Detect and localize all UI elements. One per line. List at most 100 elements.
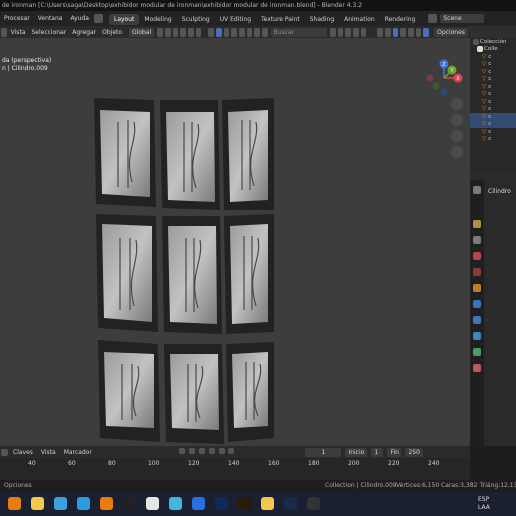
menu-procesar[interactable]: Procesar xyxy=(0,11,34,26)
outliner-row[interactable]: ▽ c xyxy=(470,61,516,69)
file-explorer-icon[interactable] xyxy=(31,497,44,510)
outliner-row[interactable]: ▽ c xyxy=(470,128,516,136)
gizmo-toggle-icon[interactable] xyxy=(385,27,391,37)
photoshop-icon[interactable] xyxy=(215,497,228,510)
outliner-row[interactable]: ▽ c xyxy=(470,76,516,84)
play-icon[interactable] xyxy=(208,448,215,454)
editor-type-icon[interactable] xyxy=(1,27,7,37)
3d-viewport[interactable]: da (perspectiva) n | Cilindro.009 X Y Z xyxy=(0,38,470,446)
camera-view-icon[interactable] xyxy=(451,130,463,142)
outliner-row[interactable]: ▽ c xyxy=(470,83,516,91)
app-icon-2[interactable] xyxy=(307,497,320,510)
visibility-filter-icon[interactable] xyxy=(208,27,214,37)
tool-tab-icon[interactable] xyxy=(473,186,481,194)
tab-texture-paint[interactable]: Texture Paint xyxy=(256,14,305,25)
blender-app-icon[interactable] xyxy=(100,497,113,510)
outliner-row[interactable]: ▽ c xyxy=(470,120,516,128)
tab-rendering[interactable]: Rendering xyxy=(380,14,421,25)
steam-icon[interactable] xyxy=(284,497,297,510)
tab-sculpting[interactable]: Sculpting xyxy=(177,14,215,25)
orientation-dropdown[interactable]: Global xyxy=(129,27,155,37)
menu-vista[interactable]: Vista xyxy=(8,29,29,36)
grid-snap-icon[interactable] xyxy=(180,27,186,37)
outliner-row[interactable]: ▽ c xyxy=(470,136,516,144)
playback-controls[interactable] xyxy=(178,448,236,456)
outliner-collection[interactable]: Colle xyxy=(470,46,516,54)
modifier-tab-icon[interactable] xyxy=(473,300,481,308)
telegram-icon[interactable] xyxy=(77,497,90,510)
select-icon[interactable] xyxy=(353,27,359,37)
camera-filter-icon[interactable] xyxy=(231,27,237,37)
menu-ayuda[interactable]: Ayuda xyxy=(66,11,93,26)
overlay-toggle-icon[interactable] xyxy=(187,27,194,37)
box-icon[interactable] xyxy=(169,497,182,510)
pivot-icon[interactable] xyxy=(157,27,163,37)
scene-tab-icon[interactable] xyxy=(473,252,481,260)
mesh-filter-icon[interactable] xyxy=(223,27,230,37)
particles-tab-icon[interactable] xyxy=(473,316,481,324)
menu-claves[interactable]: Claves xyxy=(9,449,37,456)
current-frame-field[interactable]: 1 xyxy=(305,447,342,457)
language-indicator[interactable]: ESP xyxy=(478,496,489,503)
tab-uv-editing[interactable]: UV Editing xyxy=(215,14,256,25)
solid-shading-icon[interactable] xyxy=(408,27,414,37)
menu-marcador[interactable]: Marcador xyxy=(60,449,96,456)
pan-hand-icon[interactable] xyxy=(451,114,463,126)
world-tab-icon[interactable] xyxy=(473,268,481,276)
tab-shading[interactable]: Shading xyxy=(305,14,339,25)
options-dropdown[interactable]: Opciones xyxy=(434,27,468,37)
other-filter-icon[interactable] xyxy=(261,27,268,37)
output-tab-icon[interactable] xyxy=(473,236,481,244)
viewport-search-input[interactable]: Buscar xyxy=(270,27,328,37)
navigation-gizmo[interactable]: X Y Z xyxy=(422,56,466,100)
end-frame-field[interactable]: 250 xyxy=(405,447,424,457)
jump-start-icon[interactable] xyxy=(178,448,185,454)
outliner-root[interactable]: Colección xyxy=(470,38,516,46)
media-icon[interactable] xyxy=(146,497,159,510)
outliner-row[interactable]: ▽ c xyxy=(470,53,516,61)
grid-view-icon[interactable] xyxy=(451,146,463,158)
material-tab-icon[interactable] xyxy=(473,364,481,372)
rendered-shading-icon[interactable] xyxy=(423,27,430,37)
chrome-icon[interactable] xyxy=(261,497,274,510)
move-icon[interactable] xyxy=(360,27,367,37)
menu-seleccionar[interactable]: Seleccionar xyxy=(28,29,69,36)
proportional-icon[interactable] xyxy=(172,27,179,37)
play-reverse-icon[interactable] xyxy=(198,448,205,454)
edge-icon[interactable] xyxy=(54,497,67,510)
constraints-tab-icon[interactable] xyxy=(473,348,481,356)
illustrator-icon[interactable] xyxy=(238,497,251,510)
render-tab-icon[interactable] xyxy=(473,220,481,228)
scene-selector[interactable]: Scene xyxy=(440,14,485,23)
dropbox-icon[interactable] xyxy=(192,497,205,510)
prev-key-icon[interactable] xyxy=(188,448,195,454)
blender-icon[interactable] xyxy=(8,497,21,510)
filter-icon[interactable] xyxy=(330,27,336,37)
cursor-icon[interactable] xyxy=(345,27,352,37)
keyboard-layout[interactable]: LAA xyxy=(478,504,490,511)
overlays-icon[interactable] xyxy=(392,27,399,37)
menu-agregar[interactable]: Agregar xyxy=(69,29,99,36)
editor-type-icon[interactable] xyxy=(93,14,103,23)
timeline-editor-icon[interactable] xyxy=(1,448,8,456)
outliner-row[interactable]: ▽ c xyxy=(470,98,516,106)
snap-icon[interactable] xyxy=(164,27,171,37)
curve-filter-icon[interactable] xyxy=(254,27,260,37)
xray-toggle-icon[interactable] xyxy=(400,27,407,37)
menu-objeto[interactable]: Objeto xyxy=(99,29,125,36)
jump-end-icon[interactable] xyxy=(228,448,235,454)
outliner-row[interactable]: ▽ c xyxy=(470,68,516,76)
xray-icon[interactable] xyxy=(195,27,202,37)
status-options[interactable]: Opciones xyxy=(4,480,32,492)
menu-ventana[interactable]: Ventana xyxy=(34,11,67,26)
object-filter-icon[interactable] xyxy=(215,27,222,37)
tab-modeling[interactable]: Modeling xyxy=(139,14,176,25)
tab-animation[interactable]: Animation xyxy=(339,14,380,25)
next-key-icon[interactable] xyxy=(218,448,225,454)
material-shading-icon[interactable] xyxy=(415,27,422,37)
outliner-row[interactable]: ▽ c xyxy=(470,113,516,121)
view-toggle-icon[interactable] xyxy=(377,27,384,37)
capcut-icon[interactable] xyxy=(123,497,136,510)
zoom-icon[interactable] xyxy=(451,98,463,110)
sort-icon[interactable] xyxy=(337,27,344,37)
